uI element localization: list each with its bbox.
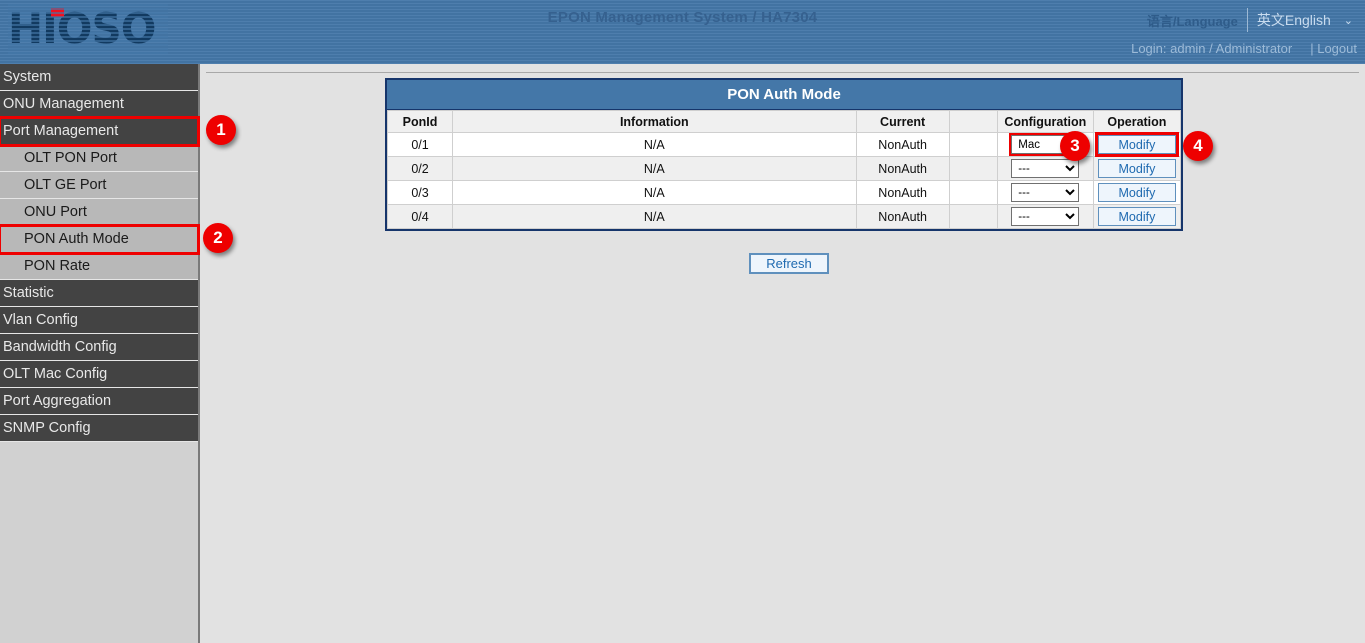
cell-ponid: 0/4: [388, 205, 453, 229]
column-header-information: Information: [453, 111, 857, 133]
login-user-text: Login: admin / Administrator: [1131, 41, 1292, 56]
cell-current: NonAuth: [856, 133, 949, 157]
sidebar-item-snmp-config[interactable]: SNMP Config: [0, 415, 198, 442]
language-select[interactable]: 英文English ⌄: [1247, 8, 1357, 32]
sidebar-item-label: OLT PON Port: [24, 150, 117, 166]
column-header-current: Current: [856, 111, 949, 133]
auth-mode-select[interactable]: ---MacLoidLoidMac: [1011, 159, 1079, 178]
modify-button[interactable]: Modify: [1098, 183, 1176, 202]
page-header: HIOSO EPON Management System / HA7304 语言…: [0, 0, 1365, 64]
step-badge-2: 2: [203, 223, 233, 253]
table-row: 0/3N/ANonAuth ---MacLoidLoidMac Modify: [388, 181, 1181, 205]
language-switcher: 语言/Language 英文English ⌄: [1147, 8, 1357, 32]
modify-button[interactable]: Modify: [1098, 135, 1176, 154]
auth-mode-select[interactable]: ---MacLoidLoidMac: [1011, 207, 1079, 226]
table-row: 0/2N/ANonAuth ---MacLoidLoidMac Modify: [388, 157, 1181, 181]
refresh-button[interactable]: Refresh: [749, 253, 829, 274]
sidebar-item-label: Port Aggregation: [3, 393, 111, 409]
step-badge-3: 3: [1060, 131, 1090, 161]
language-label: 语言/Language: [1147, 11, 1247, 30]
cell-information: N/A: [453, 181, 857, 205]
table-row: 0/4N/ANonAuth ---MacLoidLoidMac Modify: [388, 205, 1181, 229]
config-select-wrapper: ---MacLoidLoidMac: [1011, 185, 1079, 199]
modify-button[interactable]: Modify: [1098, 207, 1176, 226]
content-divider: [206, 72, 1359, 73]
auth-mode-select[interactable]: ---MacLoidLoidMac: [1011, 183, 1079, 202]
cell-information: N/A: [453, 133, 857, 157]
step-badge-1: 1: [206, 115, 236, 145]
cell-configuration: ---MacLoidLoidMac: [997, 181, 1093, 205]
sidebar-item-port-management[interactable]: Port Management: [0, 118, 198, 145]
sidebar-nav: System ONU Management Port Management OLT P…: [0, 64, 198, 643]
modify-button[interactable]: Modify: [1098, 159, 1176, 178]
sidebar-item-label: PON Auth Mode: [24, 231, 129, 247]
cell-operation: Modify: [1093, 133, 1180, 157]
column-header-spacer: [949, 111, 997, 133]
sidebar-item-onu-management[interactable]: ONU Management: [0, 91, 198, 118]
sidebar-item-bandwidth-config[interactable]: Bandwidth Config: [0, 334, 198, 361]
sidebar-item-statistic[interactable]: Statistic: [0, 280, 198, 307]
pon-auth-table: PonId Information Current Configuration …: [387, 110, 1181, 229]
sidebar-item-label: ONU Port: [24, 204, 87, 220]
cell-current: NonAuth: [856, 157, 949, 181]
cell-spacer: [949, 181, 997, 205]
cell-ponid: 0/1: [388, 133, 453, 157]
cell-current: NonAuth: [856, 181, 949, 205]
column-header-configuration: Configuration: [997, 111, 1093, 133]
cell-current: NonAuth: [856, 205, 949, 229]
cell-operation: Modify: [1093, 205, 1180, 229]
sidebar-item-label: System: [3, 69, 51, 85]
sidebar-item-label: OLT Mac Config: [3, 366, 107, 382]
sidebar-item-vlan-config[interactable]: Vlan Config: [0, 307, 198, 334]
logout-link[interactable]: | Logout: [1310, 41, 1357, 56]
cell-information: N/A: [453, 157, 857, 181]
cell-ponid: 0/3: [388, 181, 453, 205]
config-select-wrapper: ---MacLoidLoidMac: [1011, 209, 1079, 223]
sidebar-item-pon-auth-mode[interactable]: PON Auth Mode: [0, 226, 198, 253]
session-info: Login: admin / Administrator | Logout: [1131, 41, 1357, 56]
language-select-value: 英文English: [1257, 10, 1331, 30]
chevron-down-icon: ⌄: [1344, 14, 1353, 27]
sidebar-item-label: PON Rate: [24, 258, 90, 274]
column-header-ponid: PonId: [388, 111, 453, 133]
column-header-operation: Operation: [1093, 111, 1180, 133]
sidebar-item-olt-ge-port[interactable]: OLT GE Port: [0, 172, 198, 199]
sidebar-item-label: Vlan Config: [3, 312, 78, 328]
panel-title: PON Auth Mode: [387, 80, 1181, 110]
sidebar-item-label: Port Management: [3, 123, 118, 139]
sidebar-item-olt-pon-port[interactable]: OLT PON Port: [0, 145, 198, 172]
sidebar-item-pon-rate[interactable]: PON Rate: [0, 253, 198, 280]
sidebar-item-olt-mac-config[interactable]: OLT Mac Config: [0, 361, 198, 388]
sidebar-item-label: SNMP Config: [3, 420, 91, 436]
cell-spacer: [949, 157, 997, 181]
cell-operation: Modify: [1093, 157, 1180, 181]
sidebar-item-onu-port[interactable]: ONU Port: [0, 199, 198, 226]
cell-operation: Modify: [1093, 181, 1180, 205]
cell-information: N/A: [453, 205, 857, 229]
sidebar-item-label: Bandwidth Config: [3, 339, 117, 355]
sidebar-item-label: Statistic: [3, 285, 54, 301]
sidebar-item-port-aggregation[interactable]: Port Aggregation: [0, 388, 198, 415]
cell-ponid: 0/2: [388, 157, 453, 181]
sidebar-item-label: ONU Management: [3, 96, 124, 112]
step-badge-4: 4: [1183, 131, 1213, 161]
table-header-row: PonId Information Current Configuration …: [388, 111, 1181, 133]
config-select-wrapper: ---MacLoidLoidMac: [1011, 161, 1079, 175]
sidebar-item-label: OLT GE Port: [24, 177, 106, 193]
cell-configuration: ---MacLoidLoidMac: [997, 205, 1093, 229]
sidebar-item-system[interactable]: System: [0, 64, 198, 91]
cell-spacer: [949, 205, 997, 229]
cell-spacer: [949, 133, 997, 157]
